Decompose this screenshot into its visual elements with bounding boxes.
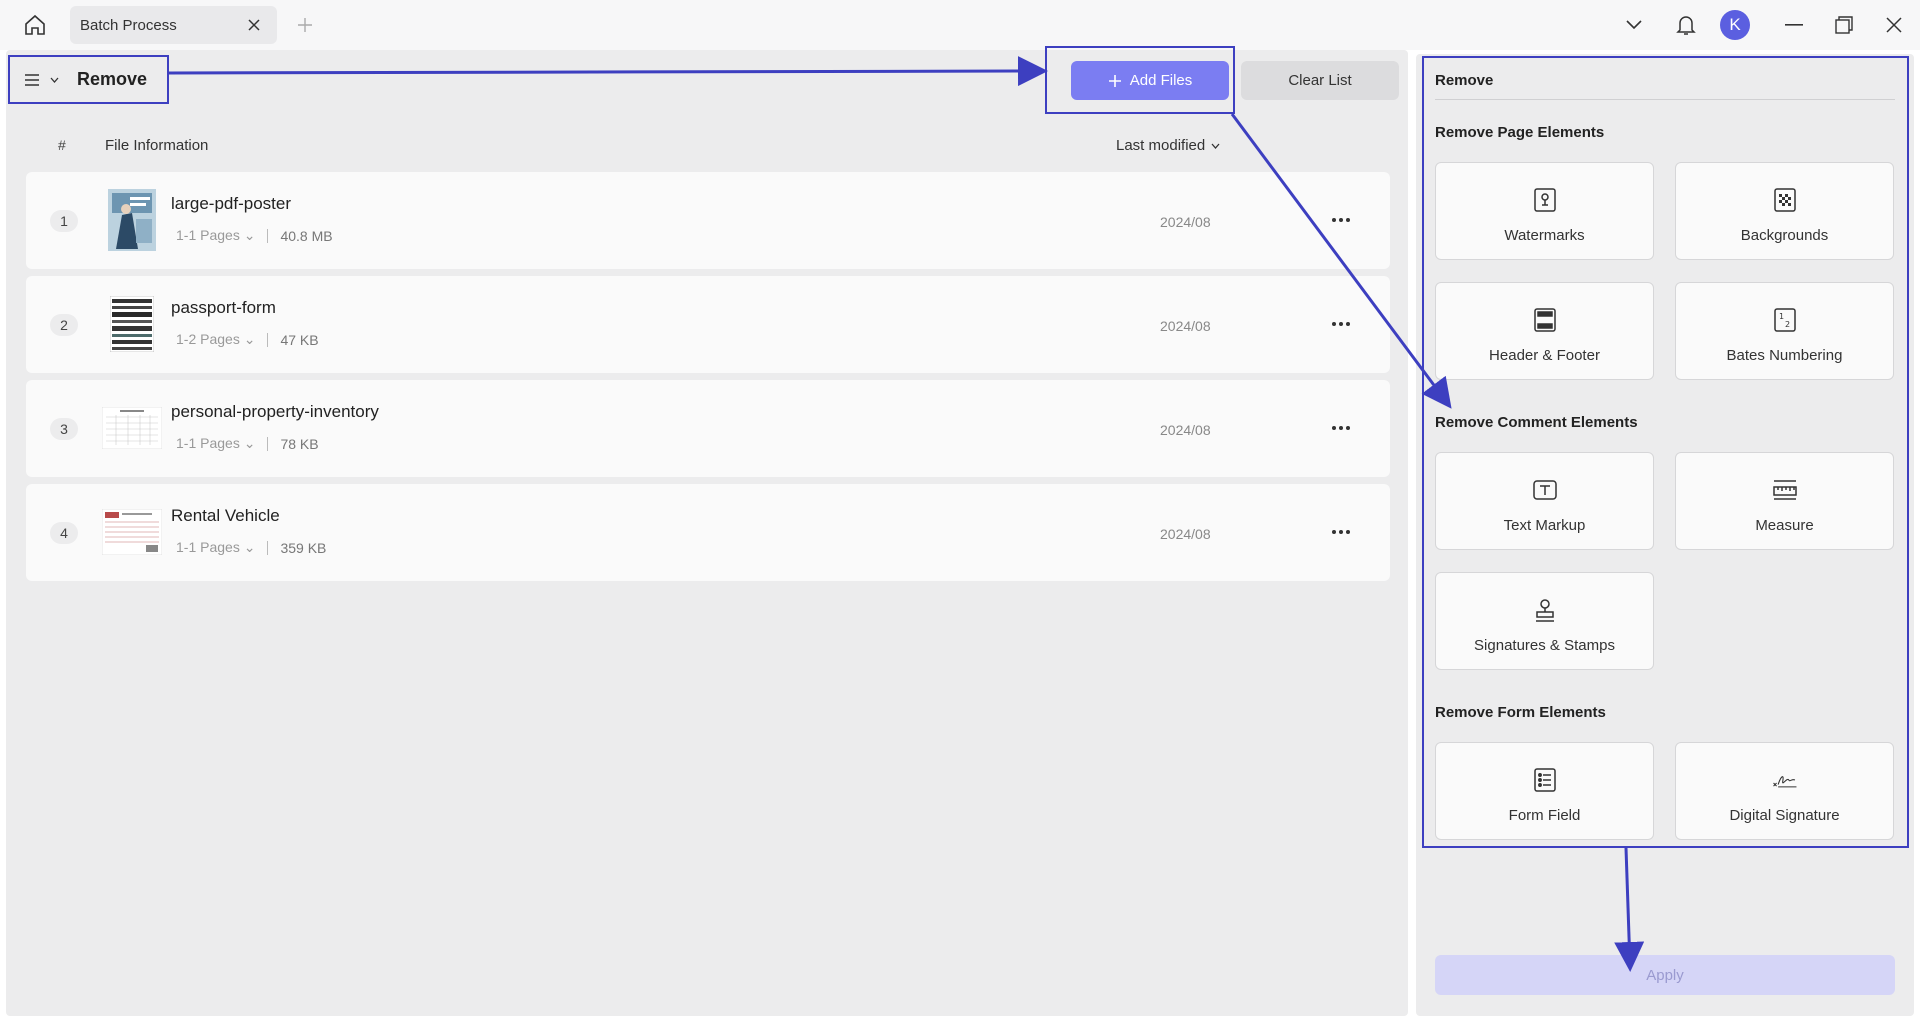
row-number: 4: [50, 522, 78, 544]
form-field-label: Form Field: [1508, 807, 1581, 824]
header-footer-label: Header & Footer: [1489, 347, 1600, 364]
file-thumbnail: [102, 188, 162, 252]
page-range-dropdown[interactable]: 1-1 Pages ⌄: [176, 227, 255, 244]
tab-batch-process[interactable]: Batch Process: [70, 6, 277, 44]
close-window-icon[interactable]: [1880, 12, 1908, 38]
ruler-icon: [1772, 477, 1798, 503]
backgrounds-label: Backgrounds: [1740, 227, 1829, 244]
watermarks-button[interactable]: Watermarks: [1435, 162, 1654, 260]
signatures-stamps-label: Signatures & Stamps: [1474, 637, 1615, 654]
bates-numbering-button[interactable]: 12 Bates Numbering: [1675, 282, 1894, 380]
divider: [1435, 99, 1895, 100]
file-date: 2024/08: [1160, 318, 1211, 334]
section-form-elements: Remove Form Elements: [1435, 704, 1606, 721]
form-field-icon: [1532, 767, 1558, 793]
panel-title: Remove: [1435, 72, 1494, 89]
file-name: Rental Vehicle: [171, 506, 280, 525]
tab-title: Batch Process: [80, 16, 177, 34]
file-meta: 1-1 Pages ⌄ 359 KB: [176, 539, 326, 556]
file-size: 78 KB: [280, 435, 319, 452]
digital-signature-label: Digital Signature: [1729, 807, 1840, 824]
file-meta: 1-2 Pages ⌄ 47 KB: [176, 331, 319, 348]
row-number: 3: [50, 418, 78, 440]
plus-icon[interactable]: [294, 14, 316, 36]
measure-button[interactable]: Measure: [1675, 452, 1894, 550]
file-meta: 1-1 Pages ⌄ 78 KB: [176, 435, 319, 452]
file-thumbnail: [102, 396, 162, 460]
file-size: 40.8 MB: [280, 227, 333, 244]
mode-menu[interactable]: Remove: [8, 55, 169, 104]
file-thumbnail: [102, 500, 162, 564]
add-files-label: Add Files: [1129, 72, 1193, 89]
chevron-down-icon: [1211, 143, 1220, 149]
column-number-header: #: [58, 137, 66, 153]
page-range-dropdown[interactable]: 1-1 Pages ⌄: [176, 435, 255, 452]
more-icon[interactable]: [1326, 416, 1356, 440]
add-files-button[interactable]: Add Files: [1071, 61, 1229, 100]
plus-icon: [1108, 74, 1121, 87]
minimize-icon[interactable]: [1780, 12, 1808, 38]
file-size: 47 KB: [280, 331, 319, 348]
chevron-down-icon[interactable]: [1620, 12, 1648, 38]
table-row[interactable]: 4 Rental Vehicle 1-1 Pages ⌄ 359 KB 2024…: [26, 484, 1390, 581]
close-icon[interactable]: [245, 16, 263, 34]
column-file-info-header: File Information: [105, 137, 209, 154]
text-markup-button[interactable]: Text Markup: [1435, 452, 1654, 550]
file-thumbnail: [102, 292, 162, 356]
bates-numbering-label: Bates Numbering: [1726, 347, 1843, 364]
restore-icon[interactable]: [1830, 12, 1858, 38]
header-footer-button[interactable]: Header & Footer: [1435, 282, 1654, 380]
table-row[interactable]: 1 large-pdf-poster 1-1 Pages ⌄ 40.8 MB 2…: [26, 172, 1390, 269]
home-icon[interactable]: [18, 10, 52, 40]
clear-list-button[interactable]: Clear List: [1241, 61, 1399, 100]
header-footer-icon: [1532, 307, 1558, 333]
table-row[interactable]: 3 personal-property-inventory 1-1 Pages …: [26, 380, 1390, 477]
file-date: 2024/08: [1160, 526, 1211, 542]
file-name: passport-form: [171, 298, 276, 317]
form-field-button[interactable]: Form Field: [1435, 742, 1654, 840]
title-bar: Batch Process K: [0, 0, 1920, 50]
watermarks-label: Watermarks: [1504, 227, 1585, 244]
file-name: personal-property-inventory: [171, 402, 379, 421]
digital-signature-button[interactable]: Digital Signature: [1675, 742, 1894, 840]
bell-icon[interactable]: [1672, 12, 1700, 38]
row-number: 1: [50, 210, 78, 232]
file-meta: 1-1 Pages ⌄ 40.8 MB: [176, 227, 333, 244]
table-row[interactable]: 2 passport-form 1-2 Pages ⌄ 47 KB 2024/0…: [26, 276, 1390, 373]
signature-icon: [1772, 767, 1798, 793]
file-size: 359 KB: [280, 539, 327, 556]
chevron-down-icon[interactable]: [50, 77, 59, 83]
sort-label: Last modified: [1116, 137, 1206, 154]
row-number: 2: [50, 314, 78, 336]
sort-dropdown[interactable]: Last modified: [1116, 137, 1220, 154]
watermark-icon: [1532, 187, 1558, 213]
backgrounds-button[interactable]: Backgrounds: [1675, 162, 1894, 260]
measure-label: Measure: [1755, 517, 1814, 534]
stamp-icon: [1532, 597, 1558, 623]
apply-button[interactable]: Apply: [1435, 955, 1895, 995]
more-icon[interactable]: [1326, 208, 1356, 232]
menu-title: Remove: [77, 69, 148, 89]
section-page-elements: Remove Page Elements: [1435, 124, 1605, 141]
file-date: 2024/08: [1160, 214, 1211, 230]
page-range-dropdown[interactable]: 1-1 Pages ⌄: [176, 539, 255, 556]
more-icon[interactable]: [1326, 520, 1356, 544]
file-name: large-pdf-poster: [171, 194, 292, 213]
text-markup-label: Text Markup: [1503, 517, 1586, 534]
more-icon[interactable]: [1326, 312, 1356, 336]
avatar[interactable]: K: [1720, 10, 1750, 40]
file-date: 2024/08: [1160, 422, 1211, 438]
bates-numbering-icon: 12: [1772, 307, 1798, 333]
svg-text:2: 2: [1785, 320, 1790, 329]
section-comment-elements: Remove Comment Elements: [1435, 414, 1638, 431]
signatures-stamps-button[interactable]: Signatures & Stamps: [1435, 572, 1654, 670]
svg-text:1: 1: [1779, 312, 1784, 321]
page-range-dropdown[interactable]: 1-2 Pages ⌄: [176, 331, 255, 348]
hamburger-icon[interactable]: [24, 73, 40, 87]
background-icon: [1772, 187, 1798, 213]
text-markup-icon: [1532, 477, 1558, 503]
